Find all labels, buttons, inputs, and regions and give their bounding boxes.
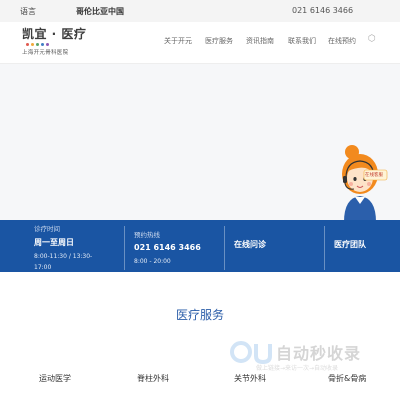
nav-booking[interactable]: 在线预约 xyxy=(328,36,356,46)
service-spine-surgery[interactable]: 脊柱外科 xyxy=(137,373,169,384)
logo-dot xyxy=(46,43,49,46)
info-bar: 诊疗时间 周一至周日 8:00-11:30 / 13:30- 17:00 预约热… xyxy=(0,220,400,272)
watermark: 自动秒收录 做上链接→来访一次→自动收录 xyxy=(228,340,388,376)
divider xyxy=(324,226,325,270)
hotline-phone[interactable]: 021 6146 3466 xyxy=(134,243,220,252)
nav-guide[interactable]: 资讯指南 xyxy=(246,36,274,46)
logo-name: 凯宜 · 医疗 xyxy=(22,27,87,41)
header: 凯宜 · 医疗 上海开元骨科医院 关于开元 医疗服务 资讯指南 联系我们 在线预… xyxy=(0,22,400,64)
divider xyxy=(224,226,225,270)
watermark-logo-icon xyxy=(230,341,272,364)
logo-dot xyxy=(41,43,44,46)
avatar-illustration xyxy=(342,145,388,222)
top-phone: 021 6146 3466 xyxy=(292,6,354,15)
hours-time-2: 17:00 xyxy=(34,264,52,271)
medical-team[interactable]: 医疗团队 xyxy=(334,239,394,250)
hours-label: 诊疗时间 xyxy=(34,225,60,233)
nav-about[interactable]: 关于开元 xyxy=(164,36,192,46)
logo-dot xyxy=(31,43,34,46)
service-sports-medicine[interactable]: 运动医学 xyxy=(39,373,71,384)
logo-dot xyxy=(36,43,39,46)
watermark-brand: 自动秒收录 xyxy=(276,344,362,363)
customer-service-avatar[interactable]: 在线客服 xyxy=(338,140,388,222)
hours-time-1: 8:00-11:30 / 13:30- xyxy=(34,253,93,260)
hotline-time: 8:00 - 20:00 xyxy=(134,258,171,265)
hours-block: 诊疗时间 周一至周日 8:00-11:30 / 13:30- 17:00 xyxy=(34,220,120,272)
logo-dot xyxy=(26,43,29,46)
watermark-slogan: 做上链接→来访一次→自动收录 xyxy=(256,365,339,372)
top-bar: 语言 哥伦比亚中国 021 6146 3466 xyxy=(0,0,400,22)
services-title: 医疗服务 xyxy=(175,308,224,322)
hotline-label: 预约热线 xyxy=(134,231,160,239)
logo[interactable]: 凯宜 · 医疗 上海开元骨科医院 xyxy=(22,25,92,59)
team-block[interactable]: 医疗团队 xyxy=(334,220,394,272)
avatar-badge: 在线客服 xyxy=(365,173,383,178)
divider xyxy=(124,226,125,270)
nav-contact[interactable]: 联系我们 xyxy=(288,36,316,46)
language-switch[interactable]: 语言 xyxy=(20,6,36,17)
online-consult[interactable]: 在线问诊 xyxy=(234,239,314,250)
hexagon-icon[interactable]: ⬡ xyxy=(368,34,376,44)
logo-subtitle: 上海开元骨科医院 xyxy=(22,50,69,56)
promo-link[interactable]: 哥伦比亚中国 xyxy=(76,6,124,17)
hotline-block: 预约热线 021 6146 3466 8:00 - 20:00 xyxy=(134,220,220,272)
nav-services[interactable]: 医疗服务 xyxy=(205,36,233,46)
consult-block[interactable]: 在线问诊 xyxy=(234,220,314,272)
logo-dots xyxy=(26,43,92,46)
hours-days: 周一至周日 xyxy=(34,238,74,247)
